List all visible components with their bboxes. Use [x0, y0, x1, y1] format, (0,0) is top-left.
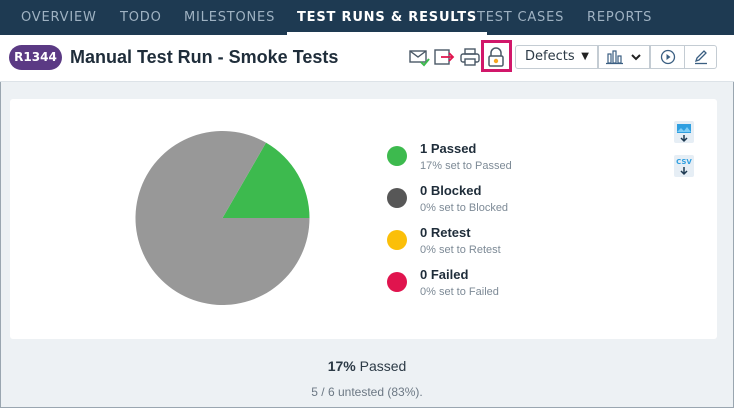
defects-dropdown[interactable]: Defects ▼	[515, 45, 598, 69]
retest-dot	[387, 230, 407, 250]
legend-title: 0 Failed	[420, 267, 469, 282]
svg-text:CSV: CSV	[676, 158, 692, 166]
tab-todo[interactable]: TODO	[120, 0, 162, 35]
edit-button[interactable]	[684, 45, 717, 69]
edit-icon	[694, 50, 707, 65]
export-icon[interactable]	[433, 47, 455, 67]
tab-test-cases[interactable]: TEST CASES	[477, 0, 564, 35]
chart-icon	[606, 50, 641, 65]
failed-dot	[387, 272, 407, 292]
legend-item-failed: 0 Failed 0% set to Failed	[387, 267, 587, 307]
top-nav: OVERVIEW TODO MILESTONES TEST RUNS & RES…	[0, 0, 734, 35]
export-image-icon[interactable]	[673, 120, 695, 144]
legend-sub: 0% set to Blocked	[420, 202, 509, 214]
run-id-badge: R1344	[9, 45, 62, 70]
untested-summary: 5 / 6 untested (83%).	[311, 385, 423, 399]
lock-button-highlight	[481, 40, 512, 72]
legend-item-passed: 1 Passed 17% set to Passed	[387, 141, 587, 181]
legend-sub: 0% set to Failed	[420, 286, 499, 298]
status-pie-chart	[135, 131, 310, 305]
legend-sub: 0% set to Retest	[420, 244, 501, 256]
play-icon	[660, 49, 675, 65]
chart-menu-button[interactable]	[598, 45, 650, 69]
legend-title: 1 Passed	[420, 141, 477, 156]
tab-test-runs-results[interactable]: TEST RUNS & RESULTS	[287, 0, 488, 35]
pass-label: Passed	[359, 358, 407, 374]
legend-sub: 17% set to Passed	[420, 160, 512, 172]
tab-milestones[interactable]: MILESTONES	[184, 0, 275, 35]
tab-overview[interactable]: OVERVIEW	[21, 0, 97, 35]
print-icon[interactable]	[459, 47, 481, 67]
page-title: Manual Test Run - Smoke Tests	[70, 47, 339, 67]
passed-dot	[387, 146, 407, 166]
run-button[interactable]	[650, 45, 685, 69]
legend-item-retest: 0 Retest 0% set to Retest	[387, 225, 587, 265]
pass-summary: 17% Passed	[0, 358, 734, 374]
legend-title: 0 Retest	[420, 225, 471, 240]
blocked-dot	[387, 188, 407, 208]
results-card	[10, 99, 717, 339]
defects-label: Defects	[525, 49, 575, 64]
legend-item-blocked: 0 Blocked 0% set to Blocked	[387, 183, 587, 223]
legend-title: 0 Blocked	[420, 183, 482, 198]
export-csv-icon[interactable]: CSV	[673, 154, 695, 178]
chevron-down-icon: ▼	[581, 51, 589, 62]
tab-reports[interactable]: REPORTS	[587, 0, 652, 35]
pass-percent: 17%	[327, 358, 356, 374]
email-icon[interactable]	[408, 47, 430, 67]
